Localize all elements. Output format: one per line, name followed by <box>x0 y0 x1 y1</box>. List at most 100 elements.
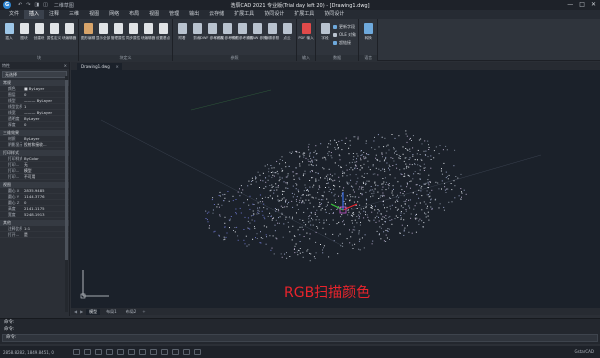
grid-line <box>350 154 542 211</box>
tab-drawing1[interactable]: Drawing1.dwg × <box>77 63 122 70</box>
panel-close-icon[interactable]: × <box>64 62 67 69</box>
print-icon[interactable]: ◫ <box>43 2 48 8</box>
ribbon-button-label: 块编辑器 <box>140 36 156 40</box>
property-row[interactable]: 打印... 不可用 <box>0 174 69 180</box>
property-value[interactable]: 1:1 <box>22 226 69 231</box>
property-name: 高度 <box>8 206 16 211</box>
selection-cycle-icon[interactable] <box>172 349 179 355</box>
osnap-toggle-icon[interactable] <box>117 349 124 355</box>
property-value[interactable]: 无 <box>22 162 69 167</box>
point-cloud-view <box>80 89 542 299</box>
workspace-switch-icon[interactable] <box>194 349 201 355</box>
attribute-define-icon <box>49 23 59 34</box>
lineweight-toggle-icon[interactable] <box>139 349 146 355</box>
dynamic-input-icon[interactable] <box>150 349 157 355</box>
app-logo[interactable]: G <box>0 0 14 10</box>
menu-item[interactable]: 视图 <box>84 10 104 19</box>
drawing-canvas[interactable]: RGB扫描颜色 <box>71 70 600 308</box>
menu-item[interactable]: 云存储 <box>204 10 229 19</box>
property-value[interactable]: ByLayer <box>22 136 69 141</box>
property-value[interactable]: 是 <box>22 232 69 237</box>
property-value[interactable]: ByColor <box>22 156 69 161</box>
menu-item[interactable]: 网络 <box>104 10 124 19</box>
property-name: 线宽 <box>8 110 16 115</box>
close-icon[interactable]: ✕ <box>591 1 596 8</box>
menu-item[interactable]: 扩展工具 <box>229 10 259 19</box>
menu-item[interactable]: 扩展工具 <box>289 10 319 19</box>
ribbon-group-title: 参照 <box>173 55 296 61</box>
annotation-scale-icon[interactable] <box>183 349 190 355</box>
property-value[interactable]: 1 <box>22 104 69 109</box>
quick-properties-icon[interactable] <box>161 349 168 355</box>
menu-item[interactable]: 注释 <box>44 10 64 19</box>
property-row[interactable]: 宽度 5248.1913 <box>0 212 69 218</box>
ribbon-button-label: 附着 <box>178 36 186 40</box>
selection-dropdown[interactable]: 无选择 <box>2 71 67 78</box>
property-value[interactable]: ——— ByLayer <box>22 98 69 103</box>
tab-model[interactable]: 模型 <box>86 308 101 315</box>
ribbon-list-item[interactable]: 更新字段 <box>333 24 356 30</box>
quick-access-toolbar: ↶ ↷ ◨ ◫ <box>18 2 48 8</box>
ribbon-button-label: 插入 <box>5 36 13 40</box>
scrollbar-thumb[interactable] <box>65 80 68 260</box>
property-value[interactable]: ■ ByLayer <box>22 86 69 91</box>
menu-item[interactable]: 协同设计 <box>259 10 289 19</box>
property-value[interactable]: 不可用 <box>22 174 69 179</box>
property-row[interactable]: 阴影显示 投射和接收... <box>0 142 69 148</box>
property-section: 其他 注释比例 1:1 打开... 是 <box>0 220 69 238</box>
properties-scrollbar[interactable] <box>65 76 68 312</box>
snap-toggle-icon[interactable] <box>73 349 80 355</box>
tab-layout2[interactable]: 布局2 <box>123 309 140 315</box>
minimize-icon[interactable]: — <box>567 1 573 8</box>
property-value[interactable]: 2141.1175 <box>22 206 69 211</box>
block-editor-icon <box>64 23 74 34</box>
polar-toggle-icon[interactable] <box>106 349 113 355</box>
redo-icon[interactable]: ↷ <box>26 2 30 8</box>
menu-item[interactable]: 布局 <box>124 10 144 19</box>
ribbon-button-label: 块编辑器 <box>61 36 77 40</box>
property-value[interactable]: 0 <box>22 92 69 97</box>
menu-item[interactable]: 协同设计 <box>319 10 349 19</box>
property-value[interactable]: ByLayer <box>22 116 69 121</box>
save-icon[interactable]: ◨ <box>34 2 39 8</box>
workspace-selector[interactable]: 二维草图 <box>54 2 74 9</box>
command-history-line: 命令: <box>4 327 15 332</box>
property-value[interactable]: 2835.9485 <box>22 188 69 193</box>
property-value[interactable]: 模型 <box>22 168 69 173</box>
command-input[interactable]: 命令: <box>2 334 598 342</box>
ribbon-list-item[interactable]: 超链接 <box>333 40 356 46</box>
menu-item[interactable]: 管理 <box>164 10 184 19</box>
otrack-toggle-icon[interactable] <box>128 349 135 355</box>
property-row[interactable]: 厚度 0 <box>0 122 69 128</box>
show-all-icon <box>98 23 108 34</box>
property-name: 图层 <box>8 92 16 97</box>
property-value[interactable]: 5248.1913 <box>22 212 69 217</box>
ortho-toggle-icon[interactable] <box>95 349 102 355</box>
menu-item[interactable]: 文件 <box>4 10 24 19</box>
undo-icon[interactable]: ↶ <box>18 2 22 8</box>
property-value[interactable]: 0 <box>22 200 69 205</box>
command-history-line: 命令: <box>4 320 15 325</box>
tab-nav-first-icon[interactable]: ◀ <box>74 309 77 314</box>
property-value[interactable]: 投射和接收... <box>22 142 69 147</box>
menu-item[interactable]: 输出 <box>184 10 204 19</box>
ribbon-button-label: DRAW 参照 <box>247 36 267 40</box>
menu-item[interactable]: 视图 <box>144 10 164 19</box>
menu-item[interactable]: 三维 <box>64 10 84 19</box>
property-value[interactable]: 1144.3776 <box>22 194 69 199</box>
property-row[interactable]: 打开... 是 <box>0 232 69 238</box>
ribbon-button-label: 显示全部 <box>95 36 111 40</box>
menu-item[interactable]: 插入 <box>24 10 45 19</box>
add-layout-icon[interactable]: + <box>142 309 145 314</box>
ribbon-button-label: 字段 <box>321 36 329 40</box>
tab-nav-last-icon[interactable]: ▶ <box>80 309 83 314</box>
ribbon: 插入 图块 创建块 属性定义 块编辑器块图形编辑 显示全部 管理属性 同步属性 块编辑器 设置基点… <box>0 19 600 61</box>
tab-close-icon[interactable]: × <box>115 63 118 70</box>
ribbon-group: 附着 剪裁 DWF 参考底图 DGN 参考底图 PDF 参考底图 DRAW 参照 编辑参照点… <box>173 19 297 61</box>
maximize-icon[interactable]: □ <box>579 1 585 8</box>
grid-toggle-icon[interactable] <box>84 349 91 355</box>
property-value[interactable]: 0 <box>22 122 69 127</box>
tab-layout1[interactable]: 布局1 <box>103 309 120 315</box>
property-value[interactable]: ——— ByLayer <box>22 110 69 115</box>
ribbon-list-item[interactable]: OLE 对象 <box>333 32 356 38</box>
